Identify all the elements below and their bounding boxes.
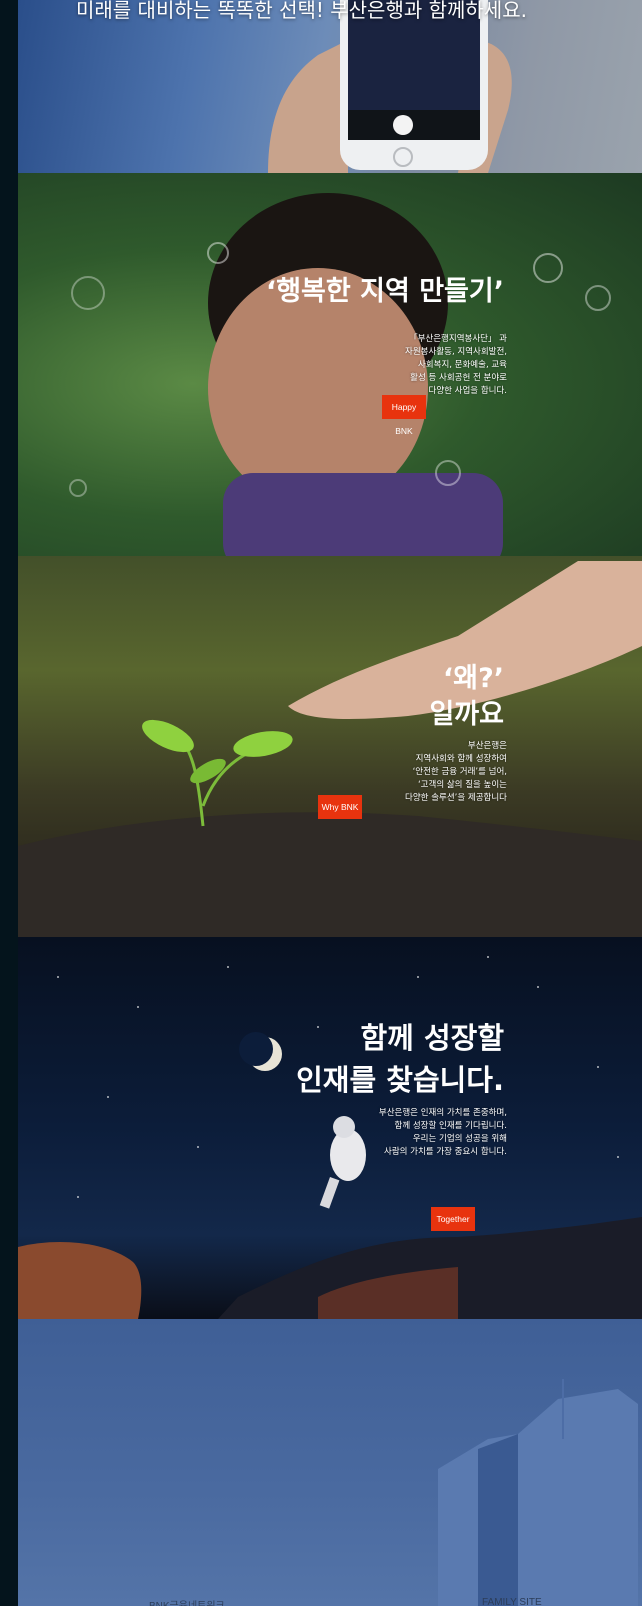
happy-bnk-button[interactable]: Happy BNK — [382, 395, 426, 436]
child-with-bubbles-image — [69, 193, 611, 556]
together-button[interactable]: Together — [431, 1207, 475, 1231]
hero-phone-section: 미래를 대비하는 똑똑한 선택! 부산은행과 함께하세요. — [18, 0, 642, 173]
phone-in-hand-image — [268, 0, 512, 173]
family-site-link[interactable]: FAMILY SITE — [482, 1597, 542, 1606]
together-title-line1: 함께 성장할 — [360, 1021, 505, 1055]
happy-bnk-section: ‘행복한 지역 만들기’ 「부산은행지역봉사단」 과 자원봉사활동, 지역사회발… — [18, 173, 642, 556]
happy-title: ‘행복한 지역 만들기’ — [265, 276, 504, 307]
why-title-line2: 일까요 — [429, 699, 504, 730]
together-section: 함께 성장할 인재를 찾습니다. 부산은행은 인재의 가치를 존중하며, 함께 … — [18, 937, 642, 1319]
together-title-line2: 인재를 찾습니다. — [296, 1063, 504, 1097]
left-sidebar — [0, 0, 18, 1606]
why-description: 부산은행은 지역사회와 함께 성장하여 ‘안전한 금융 거래’를 넘어, ‘고객… — [405, 741, 507, 803]
bnk-network-link[interactable]: BNK금융네트워크 — [149, 1597, 225, 1606]
hero-caption: 미래를 대비하는 똑똑한 선택! 부산은행과 함께하세요. — [76, 0, 527, 22]
why-bnk-section: ‘왜?’ 일까요 부산은행은 지역사회와 함께 성장하여 ‘안전한 금융 거래’… — [18, 556, 642, 937]
together-description: 부산은행은 인재의 가치를 존중하며, 함께 성장할 인재를 기다립니다. 우리… — [378, 1108, 507, 1157]
happy-description: 「부산은행지역봉사단」 과 자원봉사활동, 지역사회발전, 사회복지, 문화예술… — [405, 334, 507, 396]
bnk-building-image — [438, 1379, 638, 1606]
building-section — [18, 1319, 642, 1606]
hand-and-sprout-image — [18, 561, 642, 937]
why-bnk-button[interactable]: Why BNK — [318, 795, 362, 819]
why-title-line1: ‘왜?’ — [442, 663, 504, 694]
